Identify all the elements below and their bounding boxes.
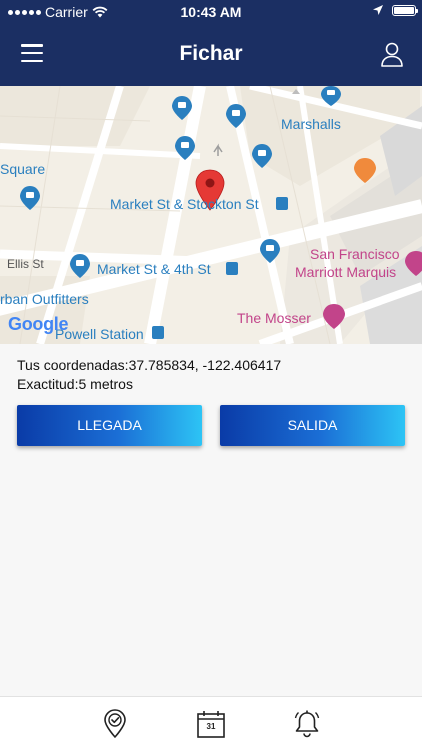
tab-calendar[interactable]: 31 [196, 709, 226, 739]
user-profile-icon[interactable] [380, 41, 404, 67]
map-label-market-4th: Market St & 4th St [97, 261, 211, 277]
location-arrow-icon [373, 5, 383, 15]
accuracy-value: 5 metros [78, 376, 133, 392]
bell-icon [294, 710, 320, 738]
arrival-button[interactable]: LLEGADA [17, 405, 202, 446]
nav-bar: Fichar [0, 24, 422, 86]
map-label-sf-marriott-line2: Marriott Marquis [295, 264, 397, 280]
location-info: Tus coordenadas:37.785834, -122.406417 E… [17, 356, 281, 394]
accuracy-row: Exactitud:5 metros [17, 375, 281, 394]
coordinates-value: 37.785834, -122.406417 [128, 357, 282, 373]
map-view[interactable]: Square Marshalls Market St & Stockton St… [0, 86, 422, 344]
tab-bar: 31 [0, 696, 422, 750]
accuracy-label: Exactitud: [17, 376, 79, 392]
map-label-urban-outfitters: rban Outfitters [0, 291, 89, 307]
map-label-square: Square [0, 161, 46, 177]
map-label-sf-marriott-line1: San Francisco [310, 246, 400, 262]
tab-clock-in[interactable] [100, 709, 130, 739]
map-label-powell-station: Powell Station [55, 326, 144, 342]
map-label-market-stockton: Market St & Stockton St [110, 196, 259, 212]
status-bar: Carrier 10:43 AM [0, 0, 422, 24]
calendar-day: 31 [206, 722, 216, 731]
departure-button[interactable]: SALIDA [220, 405, 405, 446]
map-label-marshalls: Marshalls [281, 116, 341, 132]
battery-icon [392, 4, 418, 16]
google-logo: Google [8, 314, 69, 334]
map-label-ellis-st: Ellis St [7, 257, 44, 271]
coordinates-label: Tus coordenadas: [17, 357, 129, 373]
tab-notifications[interactable] [292, 709, 322, 739]
status-time: 10:43 AM [180, 4, 242, 20]
coordinates-row: Tus coordenadas:37.785834, -122.406417 [17, 356, 281, 375]
page-title: Fichar [179, 42, 243, 65]
location-check-icon [104, 709, 126, 738]
screen: Carrier 10:43 AM Fichar Square Marshalls… [0, 0, 422, 750]
status-right [372, 4, 418, 16]
map-label-the-mosser: The Mosser [237, 310, 311, 326]
